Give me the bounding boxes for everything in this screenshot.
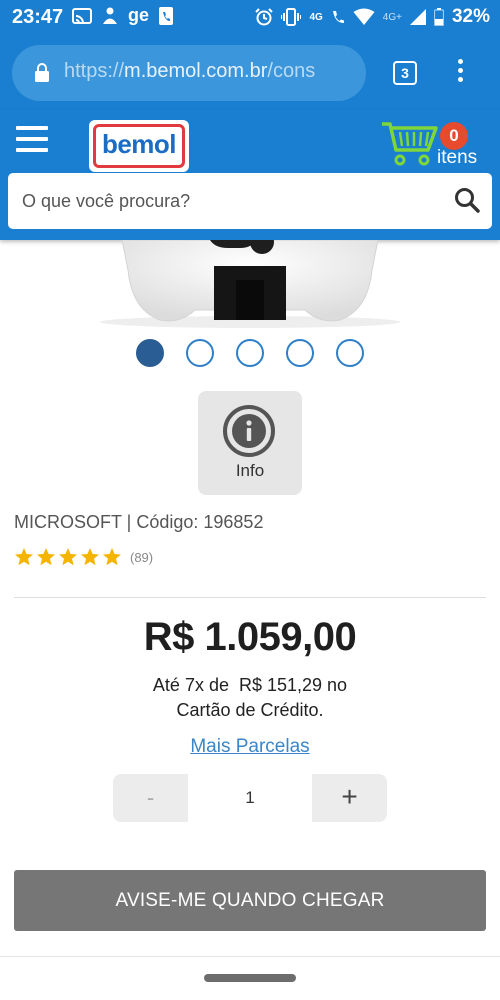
battery-icon (433, 8, 444, 26)
url-host: m.bemol.com.br (124, 60, 268, 82)
product-rating[interactable]: (89) (14, 547, 153, 567)
person-icon (103, 7, 117, 24)
wifi-icon (353, 8, 375, 25)
cell-signal-icon (409, 9, 426, 25)
cart-label: itens (437, 147, 478, 168)
carousel-dot-5[interactable] (336, 339, 364, 367)
carousel-dot-2[interactable] (186, 339, 214, 367)
carousel-dot-3[interactable] (236, 339, 264, 367)
status-bar: 23:47 ge 4G 4G+ 32% (0, 0, 500, 36)
carousel-pagination (0, 339, 500, 367)
quantity-value[interactable]: 1 (188, 774, 312, 822)
star-icon (37, 548, 55, 566)
decrease-quantity-button[interactable]: - (113, 774, 188, 822)
url-text: https://m.bemol.com.br/cons (64, 60, 359, 83)
url-scheme: https:// (64, 60, 125, 82)
browser-toolbar: https://m.bemol.com.br/cons 3 (0, 36, 500, 110)
status-time: 23:47 (12, 6, 64, 28)
browser-menu-icon[interactable] (452, 59, 468, 89)
info-button-label: Info (235, 461, 265, 480)
site-header: bemol 0 itens (0, 110, 500, 240)
installments-line-1: Até 7x de R$ 151,29 no (152, 675, 348, 695)
increase-quantity-button[interactable]: + (312, 774, 387, 822)
star-icon (103, 548, 121, 566)
tab-switcher-button[interactable]: 3 (393, 61, 417, 85)
quantity-stepper: - 1 + (113, 774, 387, 822)
installments-line-2: Cartão de Crédito. (176, 700, 324, 720)
shopping-cart-icon[interactable] (380, 118, 440, 168)
controller-image (100, 240, 400, 328)
battery-percent: 32% (451, 6, 490, 27)
search-icon[interactable] (454, 187, 480, 213)
lock-icon (35, 63, 49, 82)
logo-text: bemol (101, 129, 177, 159)
hamburger-menu-icon[interactable] (16, 126, 48, 154)
more-installments-link[interactable]: Mais Parcelas (0, 736, 500, 758)
signal-4g-plus-label: 4G+ (382, 11, 402, 23)
bottom-divider (0, 956, 500, 957)
review-count: (89) (130, 549, 154, 565)
phone-app-icon (159, 6, 174, 25)
bemol-logo[interactable]: bemol (89, 120, 189, 172)
installments-info: Até 7x de R$ 151,29 no Cartão de Crédito… (0, 673, 500, 723)
notify-me-button[interactable]: AVISE-ME QUANDO CHEGAR (14, 870, 486, 931)
home-gesture-bar[interactable] (204, 974, 296, 982)
status-right-icons: 4G 4G+ 32% (255, 6, 490, 28)
phone-signal-icon (332, 11, 344, 23)
ge-app-label: ge (128, 5, 150, 25)
network-4g-label: 4G (309, 11, 323, 23)
alarm-icon (255, 8, 274, 26)
info-icon (223, 405, 275, 457)
star-icon (81, 548, 99, 566)
product-brand-code: MICROSOFT | Código: 196852 (14, 512, 264, 532)
product-image[interactable] (0, 240, 500, 328)
carousel-dot-1[interactable] (136, 339, 164, 367)
search-input[interactable] (22, 187, 442, 215)
section-divider (14, 597, 486, 598)
status-left-icons: ge (72, 5, 174, 26)
address-bar[interactable]: https://m.bemol.com.br/cons (12, 45, 366, 101)
star-icon (15, 548, 33, 566)
vibrate-icon (281, 8, 302, 26)
star-icon (59, 548, 77, 566)
url-path: /cons (267, 60, 316, 82)
info-button[interactable]: Info (198, 391, 302, 495)
carousel-dot-4[interactable] (286, 339, 314, 367)
product-price: R$ 1.059,00 (143, 615, 357, 659)
cart-count-badge: 0 (440, 122, 468, 150)
cast-icon (72, 7, 92, 24)
search-box (8, 173, 492, 229)
